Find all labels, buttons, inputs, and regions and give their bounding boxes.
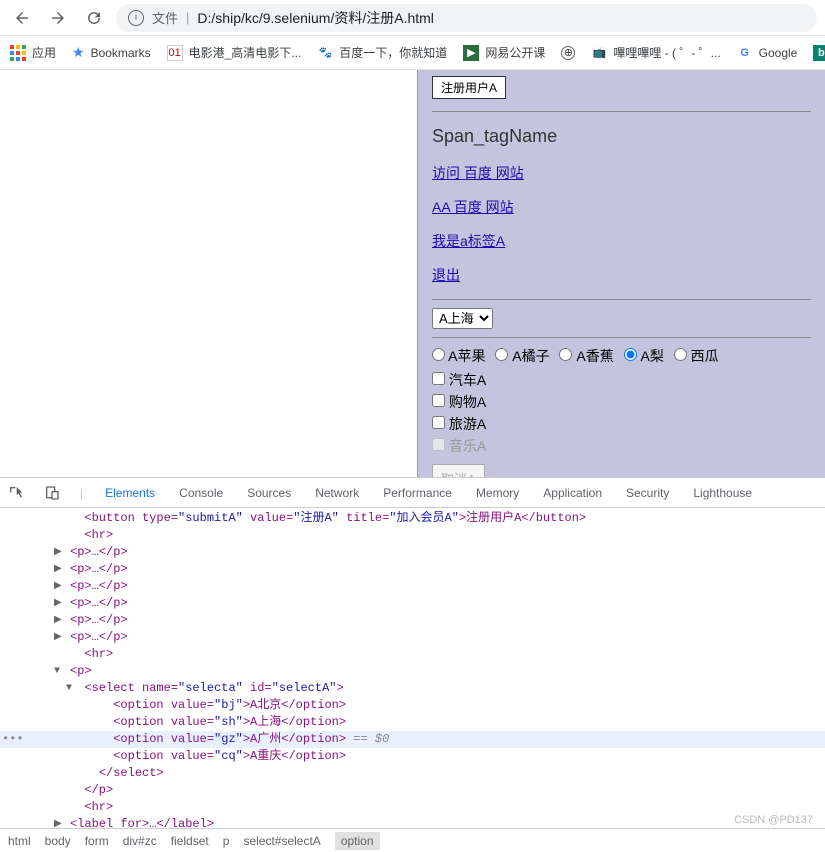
city-select[interactable]: A上海	[432, 308, 493, 329]
cancel-button[interactable]: 取消A	[432, 464, 485, 477]
bm-movie[interactable]: 01电影港_高清电影下...	[167, 44, 302, 61]
check-music[interactable]: 音乐A	[432, 436, 811, 456]
watermark: CSDN @PD137	[734, 814, 813, 826]
crumb-form[interactable]: form	[85, 834, 109, 848]
bookmarks-bar: 应用 ★Bookmarks 01电影港_高清电影下... 🐾百度一下，你就知道 …	[0, 36, 825, 70]
tab-network[interactable]: Network	[313, 486, 361, 500]
elements-breadcrumb: html body form div#zc fieldset p select#…	[0, 828, 825, 852]
devtools-panel: | Elements Console Sources Network Perfo…	[0, 478, 825, 852]
bm-baidu[interactable]: 🐾百度一下，你就知道	[317, 44, 447, 61]
address-bar[interactable]: i 文件 | D:/ship/kc/9.selenium/资料/注册A.html	[116, 4, 817, 32]
bm-google[interactable]: GGoogle	[737, 45, 798, 61]
tab-security[interactable]: Security	[624, 486, 671, 500]
device-icon[interactable]	[44, 485, 60, 501]
browser-toolbar: i 文件 | D:/ship/kc/9.selenium/资料/注册A.html	[0, 0, 825, 36]
bm-netease[interactable]: ▶网易公开课	[463, 44, 545, 61]
link-baidu-1[interactable]: 访问 百度 网站	[432, 165, 524, 181]
form-panel: 注册用户A Span_tagName 访问 百度 网站 AA 百度 网站 我是a…	[417, 70, 825, 477]
check-shopping[interactable]: 购物A	[432, 392, 811, 412]
radio-orange[interactable]: A橘子	[495, 348, 549, 364]
tab-performance[interactable]: Performance	[381, 486, 454, 500]
globe-icon: ⊕	[561, 46, 575, 60]
link-baidu-2[interactable]: AA 百度 网站	[432, 199, 514, 215]
bm-globe[interactable]: ⊕	[561, 46, 575, 60]
page-viewport: 注册用户A Span_tagName 访问 百度 网站 AA 百度 网站 我是a…	[0, 70, 825, 478]
tab-memory[interactable]: Memory	[474, 486, 521, 500]
info-icon: i	[128, 10, 144, 26]
crumb-div[interactable]: div#zc	[123, 834, 157, 848]
tab-sources[interactable]: Sources	[245, 486, 293, 500]
radio-watermelon[interactable]: 西瓜	[674, 348, 719, 364]
crumb-select[interactable]: select#selectA	[243, 834, 320, 848]
apps-icon	[10, 45, 26, 61]
forward-button[interactable]	[44, 4, 72, 32]
star-icon: ★	[72, 44, 85, 61]
tab-elements[interactable]: Elements	[103, 486, 157, 500]
apps-button[interactable]: 应用	[10, 44, 56, 61]
inspect-icon[interactable]	[8, 485, 24, 501]
span-tagname-heading: Span_tagName	[432, 126, 811, 147]
hobby-checks: 汽车A 购物A 旅游A 音乐A	[432, 370, 811, 456]
paw-icon: 🐾	[317, 45, 333, 61]
back-button[interactable]	[8, 4, 36, 32]
file-label: 文件	[152, 8, 178, 27]
crumb-p[interactable]: p	[223, 834, 230, 848]
link-a-tag[interactable]: 我是a标签A	[432, 233, 505, 249]
bookmarks-link[interactable]: ★Bookmarks	[72, 44, 151, 61]
radio-banana[interactable]: A香蕉	[559, 348, 613, 364]
tab-lighthouse[interactable]: Lighthouse	[691, 486, 754, 500]
crumb-fieldset[interactable]: fieldset	[171, 834, 209, 848]
tab-application[interactable]: Application	[541, 486, 604, 500]
elements-tree[interactable]: <button type="submitA" value="注册A" title…	[0, 508, 825, 828]
left-pane	[0, 70, 417, 477]
tab-console[interactable]: Console	[177, 486, 225, 500]
radio-pear[interactable]: A梨	[624, 348, 664, 364]
register-button[interactable]: 注册用户A	[432, 76, 506, 99]
crumb-body[interactable]: body	[45, 834, 71, 848]
reload-button[interactable]	[80, 4, 108, 32]
crumb-option[interactable]: option	[335, 832, 380, 850]
crumb-html[interactable]: html	[8, 834, 31, 848]
check-car[interactable]: 汽车A	[432, 370, 811, 390]
url-text: D:/ship/kc/9.selenium/资料/注册A.html	[197, 8, 434, 28]
radio-apple[interactable]: A苹果	[432, 348, 485, 364]
fruit-radios: A苹果 A橘子 A香蕉 A梨 西瓜	[432, 346, 811, 366]
bm-bing[interactable]: b	[813, 45, 825, 61]
check-travel[interactable]: 旅游A	[432, 414, 811, 434]
devtools-tabs: | Elements Console Sources Network Perfo…	[0, 478, 825, 508]
bm-bilibili[interactable]: 📺嗶哩嗶哩 - ( ゜- ゜...	[591, 44, 720, 61]
link-exit[interactable]: 退出	[432, 267, 460, 283]
